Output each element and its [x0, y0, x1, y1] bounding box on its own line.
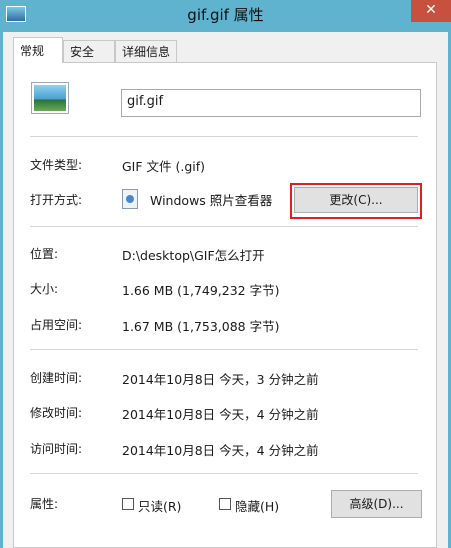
window-title: gif.gif 属性 — [187, 6, 264, 24]
readonly-checkbox[interactable] — [122, 498, 134, 510]
change-button[interactable]: 更改(C)... — [294, 187, 418, 213]
general-panel: gif.gif 文件类型: GIF 文件 (.gif) 打开方式: Window… — [13, 62, 437, 548]
tab-details[interactable]: 详细信息 — [115, 40, 177, 62]
divider — [30, 136, 418, 137]
opens-with-value: Windows 照片查看器 — [150, 193, 273, 208]
modified-value: 2014年10月8日 今天，4 分钟之前 — [122, 407, 319, 422]
size-on-disk-value: 1.67 MB (1,753,088 字节) — [122, 319, 280, 334]
dialog-body: 常规 安全 详细信息 gif.gif 文件类型: GIF 文件 (.gif) 打… — [3, 32, 448, 548]
hidden-checkbox[interactable] — [219, 498, 231, 510]
photo-viewer-icon — [122, 189, 138, 209]
file-type-label: 文件类型: — [30, 158, 83, 172]
advanced-button[interactable]: 高级(D)... — [331, 490, 422, 518]
modified-label: 修改时间: — [30, 406, 83, 420]
location-label: 位置: — [30, 247, 59, 261]
size-on-disk-label: 占用空间: — [30, 318, 83, 332]
readonly-label[interactable]: 只读(R) — [138, 496, 181, 515]
tab-general[interactable]: 常规 — [13, 37, 63, 63]
file-type-value: GIF 文件 (.gif) — [122, 159, 206, 174]
opens-with-label: 打开方式: — [30, 193, 83, 207]
accessed-value: 2014年10月8日 今天，4 分钟之前 — [122, 443, 319, 458]
file-name-field[interactable]: gif.gif — [121, 89, 421, 117]
divider — [30, 349, 418, 350]
size-label: 大小: — [30, 282, 59, 296]
divider — [30, 226, 418, 227]
created-label: 创建时间: — [30, 371, 83, 385]
attributes-label: 属性: — [30, 497, 59, 511]
tab-security[interactable]: 安全 — [63, 40, 115, 62]
title-bar: gif.gif 属性 ✕ — [0, 0, 451, 32]
image-file-icon — [32, 83, 68, 113]
created-value: 2014年10月8日 今天，3 分钟之前 — [122, 372, 319, 387]
hidden-label[interactable]: 隐藏(H) — [235, 496, 279, 515]
close-button[interactable]: ✕ — [411, 0, 451, 22]
accessed-label: 访问时间: — [30, 442, 83, 456]
divider — [30, 473, 418, 474]
size-value: 1.66 MB (1,749,232 字节) — [122, 283, 280, 298]
location-value: D:\desktop\GIF怎么打开 — [122, 248, 265, 263]
